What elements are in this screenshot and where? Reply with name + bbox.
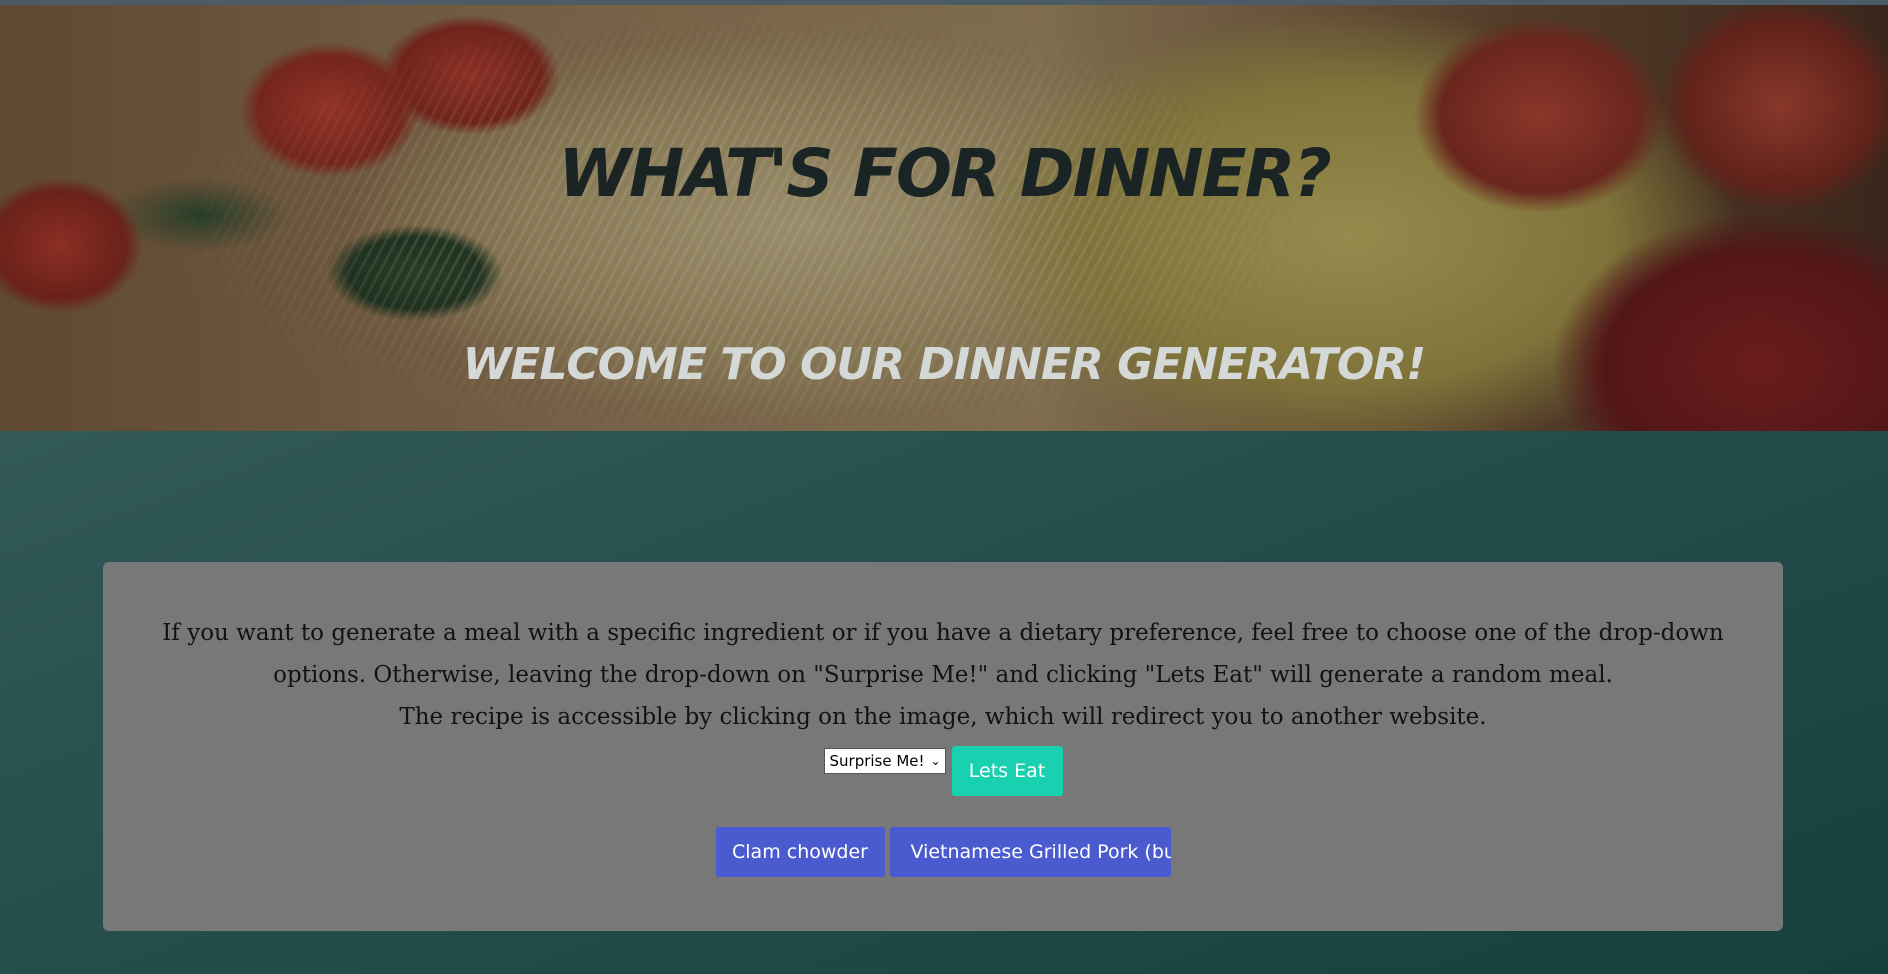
meal-button[interactable]: Vietnamese Grilled Pork (bun: [889, 827, 1171, 877]
instructions: If you want to generate a meal with a sp…: [103, 612, 1783, 738]
hero-banner: WHAT'S FOR DINNER? WELCOME TO OUR DINNER…: [0, 5, 1888, 431]
instructions-line-1: If you want to generate a meal with a sp…: [162, 620, 1724, 646]
generator-controls: Surprise Me! ⌄ Lets Eat: [103, 746, 1783, 796]
instructions-line-3: The recipe is accessible by clicking on …: [399, 704, 1487, 730]
page-subtitle: WELCOME TO OUR DINNER GENERATOR!: [462, 339, 1427, 390]
ingredient-dropdown[interactable]: Surprise Me! ⌄: [823, 748, 946, 774]
page-title: WHAT'S FOR DINNER?: [558, 135, 1332, 212]
meal-button[interactable]: Clam chowder: [715, 827, 885, 877]
chevron-down-icon: ⌄: [930, 754, 941, 768]
lets-eat-button[interactable]: Lets Eat: [951, 746, 1063, 796]
dropdown-value: Surprise Me!: [829, 752, 925, 770]
meal-results: Clam chowder Vietnamese Grilled Pork (bu…: [103, 827, 1783, 877]
generator-card: If you want to generate a meal with a sp…: [103, 562, 1783, 931]
instructions-line-2: options. Otherwise, leaving the drop-dow…: [273, 662, 1613, 688]
